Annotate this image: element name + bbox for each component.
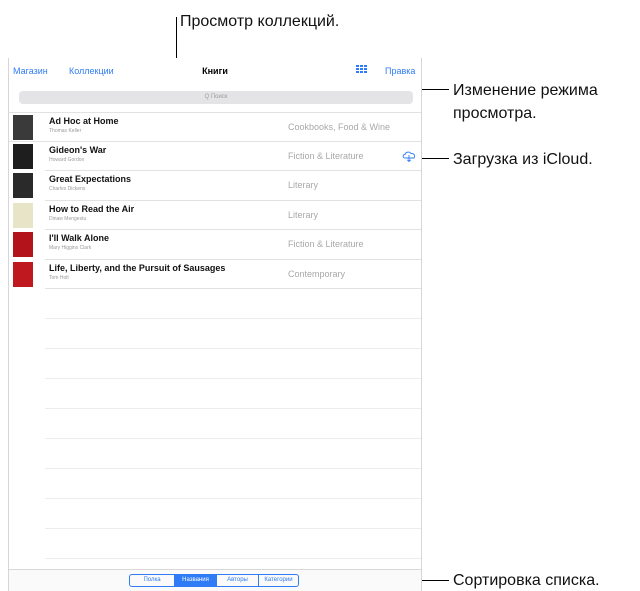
- book-author: Charles Dickens: [49, 186, 86, 192]
- empty-row: [45, 319, 421, 349]
- sort-tab[interactable]: Полка: [130, 575, 174, 586]
- empty-row: [45, 289, 421, 319]
- book-author: Thomas Keller: [49, 128, 82, 134]
- book-title: Life, Liberty, and the Pursuit of Sausag…: [49, 262, 226, 273]
- book-category: Fiction & Literature: [288, 150, 364, 161]
- book-cover: [13, 115, 33, 140]
- empty-row: [45, 439, 421, 469]
- empty-row: [45, 409, 421, 439]
- book-category: Cookbooks, Food & Wine: [288, 122, 391, 132]
- callout-icloud: Загрузка из iCloud.: [453, 151, 593, 168]
- book-title: How to Read the Air: [49, 203, 135, 214]
- book-category: Literary: [288, 180, 319, 190]
- book-cover: [13, 173, 33, 198]
- book-title: Ad Hoc at Home: [49, 116, 119, 126]
- callout-view-mode-2: просмотра.: [453, 105, 537, 122]
- empty-row: [45, 529, 421, 559]
- navbar: Книги Магазин Коллекции Правка: [9, 58, 421, 84]
- book-row[interactable]: Gideon's War Howard Gordon Fiction & Liter…: [13, 142, 421, 171]
- sort-segmented-control: Полка Названия Авторы Категории: [129, 574, 299, 587]
- empty-row: [45, 499, 421, 529]
- book-author: Mary Higgins Clark: [49, 245, 92, 251]
- search-input[interactable]: Q Поиск: [19, 91, 413, 104]
- sort-tab[interactable]: Авторы: [216, 575, 258, 586]
- empty-row: [45, 349, 421, 379]
- callout-collections: Просмотр коллекций.: [180, 13, 340, 30]
- empty-row: [45, 469, 421, 499]
- store-button[interactable]: Магазин: [13, 66, 48, 76]
- book-list: Ad Hoc at Home Thomas Keller Cookbooks, Fo…: [9, 112, 421, 589]
- book-row[interactable]: I'll Walk Alone Mary Higgins Clark Fiction…: [13, 230, 421, 260]
- book-cover: [13, 261, 33, 287]
- book-author: Tom Holt: [49, 274, 69, 281]
- book-cover: [13, 202, 33, 228]
- icloud-download-icon[interactable]: [401, 150, 417, 162]
- callout-sort: Сортировка списка.: [453, 572, 600, 589]
- book-cover: [13, 232, 33, 257]
- book-title: Great Expectations: [49, 174, 132, 184]
- callout-view-mode-1: Изменение режима: [453, 82, 598, 99]
- book-row[interactable]: Great Expectations Charles Dickens Literar…: [13, 171, 421, 201]
- book-cover: [13, 143, 33, 169]
- book-category: Literary: [288, 209, 319, 220]
- book-category: Fiction & Literature: [288, 239, 364, 249]
- book-title: Gideon's War: [49, 144, 107, 155]
- book-author: Dinaw Mengestu: [49, 215, 87, 222]
- collections-button[interactable]: Коллекции: [69, 66, 114, 76]
- sort-tab[interactable]: Названия: [174, 575, 216, 586]
- edit-button[interactable]: Правка: [385, 66, 415, 76]
- book-title: I'll Walk Alone: [49, 233, 109, 243]
- bottom-toolbar: Полка Названия Авторы Категории: [9, 569, 421, 591]
- empty-row: [45, 379, 421, 409]
- callout-icloud-line: [420, 158, 449, 159]
- grid-view-icon[interactable]: [356, 65, 367, 75]
- book-category: Contemporary: [288, 268, 346, 279]
- book-author: Howard Gordon: [49, 156, 85, 163]
- books-app-screen: Книги Магазин Коллекции Правка Q Поиск A…: [8, 58, 422, 591]
- book-row[interactable]: Ad Hoc at Home Thomas Keller Cookbooks, Fo…: [9, 112, 421, 142]
- book-row[interactable]: Life, Liberty, and the Pursuit of Sausag…: [13, 260, 421, 289]
- book-row[interactable]: How to Read the Air Dinaw Mengestu Literar…: [13, 201, 421, 230]
- sort-tab[interactable]: Категории: [258, 575, 298, 586]
